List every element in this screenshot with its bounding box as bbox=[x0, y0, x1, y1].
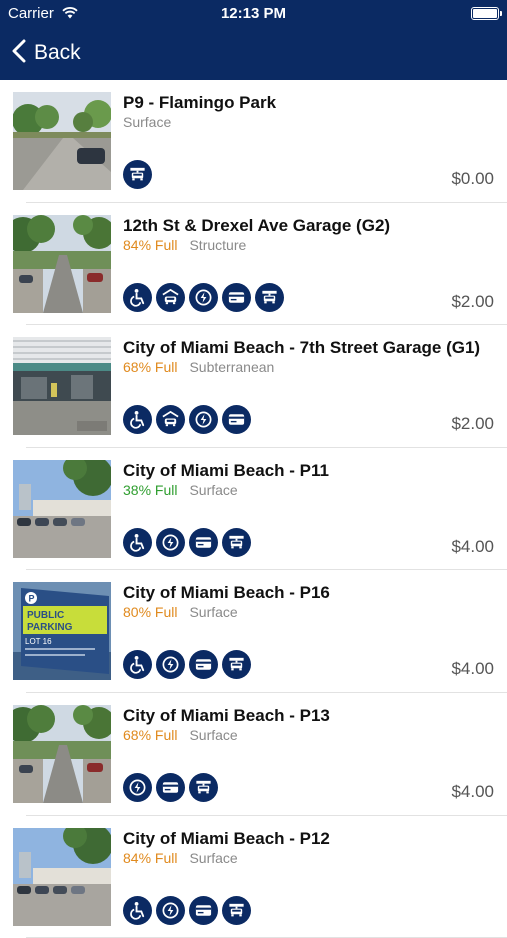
back-button[interactable]: Back bbox=[12, 38, 81, 68]
lot-subtitle: 38% Full Surface bbox=[123, 482, 238, 498]
lot-type: Surface bbox=[189, 849, 238, 866]
lot-photo bbox=[13, 92, 111, 190]
credit-card-icon bbox=[189, 527, 218, 557]
covered-parking-icon bbox=[156, 282, 185, 312]
svg-text:P: P bbox=[29, 594, 35, 604]
lot-type: Surface bbox=[189, 604, 238, 621]
parking-lot-row[interactable]: City of Miami Beach - P11 38% Full Surface… bbox=[0, 448, 507, 571]
lot-photo bbox=[13, 337, 111, 436]
lot-type: Structure bbox=[189, 236, 247, 253]
amenity-icons bbox=[123, 650, 255, 680]
svg-text:LOT 16: LOT 16 bbox=[25, 637, 52, 646]
price-label: $4.00 bbox=[451, 659, 494, 679]
amenity-icons bbox=[123, 405, 255, 435]
lot-title: City of Miami Beach - P12 bbox=[123, 828, 330, 848]
lot-subtitle: 68% Full Surface bbox=[123, 727, 238, 743]
svg-text:PARKING: PARKING bbox=[27, 622, 73, 633]
nav-header: Carrier 12:13 PM Back bbox=[0, 0, 507, 80]
ev-charging-icon bbox=[156, 650, 185, 680]
parking-lot-row[interactable]: P9 - Flamingo Park Surface $0.00 bbox=[0, 80, 507, 203]
ev-charging-icon bbox=[189, 405, 218, 435]
price-label: $2.00 bbox=[451, 291, 494, 311]
occupancy-label: 38% Full bbox=[123, 481, 178, 498]
lot-subtitle: 84% Full Surface bbox=[123, 850, 238, 866]
parking-lot-row[interactable]: P PUBLIC PARKING LOT 16 City of Miami Beach … bbox=[0, 570, 507, 693]
lot-title: City of Miami Beach - 7th Street Garage … bbox=[123, 338, 481, 358]
amenity-icons bbox=[123, 527, 255, 557]
lot-title: City of Miami Beach - P16 bbox=[123, 583, 330, 603]
price-label: $4.00 bbox=[451, 536, 494, 556]
ev-charging-icon bbox=[123, 772, 152, 802]
back-label: Back bbox=[34, 41, 81, 64]
lot-photo bbox=[13, 214, 111, 313]
lot-photo: P PUBLIC PARKING LOT 16 bbox=[13, 582, 111, 681]
parking-list: P9 - Flamingo Park Surface $0.00 12th St & … bbox=[0, 80, 507, 938]
amenity-icons bbox=[123, 160, 156, 189]
lot-title: 12th St & Drexel Ave Garage (G2) bbox=[123, 215, 391, 235]
valet-icon bbox=[222, 527, 251, 557]
valet-icon bbox=[189, 772, 218, 802]
accessible-icon bbox=[123, 282, 152, 312]
lot-type: Surface bbox=[123, 114, 172, 130]
price-label: $2.00 bbox=[451, 414, 494, 434]
lot-type: Surface bbox=[189, 481, 238, 498]
lot-subtitle: 68% Full Subterranean bbox=[123, 359, 274, 375]
amenity-icons bbox=[123, 772, 222, 802]
price-label: $4.00 bbox=[451, 781, 494, 801]
credit-card-icon bbox=[189, 650, 218, 680]
parking-lot-row[interactable]: City of Miami Beach - 7th Street Garage … bbox=[0, 325, 507, 448]
accessible-icon bbox=[123, 650, 152, 680]
lot-type: Subterranean bbox=[189, 359, 275, 376]
lot-title: City of Miami Beach - P11 bbox=[123, 460, 329, 480]
svg-text:PUBLIC: PUBLIC bbox=[27, 610, 64, 621]
chevron-left-icon bbox=[12, 39, 26, 68]
occupancy-label: 68% Full bbox=[123, 359, 178, 376]
occupancy-label: 84% Full bbox=[123, 849, 178, 866]
lot-title: City of Miami Beach - P13 bbox=[123, 705, 330, 725]
lot-subtitle: 84% Full Structure bbox=[123, 237, 246, 253]
valet-icon bbox=[222, 650, 251, 680]
lot-subtitle: Surface bbox=[123, 114, 171, 130]
lot-photo bbox=[13, 827, 111, 926]
valet-icon bbox=[123, 160, 152, 189]
parking-lot-row[interactable]: 12th St & Drexel Ave Garage (G2) 84% Full… bbox=[0, 203, 507, 326]
credit-card-icon bbox=[222, 405, 251, 435]
price-label: $0.00 bbox=[451, 169, 494, 188]
lot-title: P9 - Flamingo Park bbox=[123, 93, 277, 112]
credit-card-icon bbox=[222, 282, 251, 312]
lot-type: Surface bbox=[189, 726, 238, 743]
lot-subtitle: 80% Full Surface bbox=[123, 604, 238, 620]
parking-lot-row[interactable]: City of Miami Beach - P13 68% Full Surface… bbox=[0, 693, 507, 816]
occupancy-label: 80% Full bbox=[123, 604, 178, 621]
occupancy-label: 68% Full bbox=[123, 726, 178, 743]
parking-lot-row[interactable]: City of Miami Beach - P12 84% Full Surface bbox=[0, 816, 507, 938]
accessible-icon bbox=[123, 527, 152, 557]
occupancy-label: 84% Full bbox=[123, 236, 178, 253]
covered-parking-icon bbox=[156, 405, 185, 435]
ev-charging-icon bbox=[189, 282, 218, 312]
clock: 12:13 PM bbox=[220, 5, 287, 22]
amenity-icons bbox=[123, 282, 288, 312]
valet-icon bbox=[255, 282, 284, 312]
lot-photo bbox=[13, 459, 111, 558]
credit-card-icon bbox=[156, 772, 185, 802]
ev-charging-icon bbox=[156, 527, 185, 557]
status-bar: Carrier 12:13 PM bbox=[0, 0, 507, 28]
battery-icon bbox=[471, 7, 502, 20]
lot-photo bbox=[13, 704, 111, 803]
accessible-icon bbox=[123, 405, 152, 435]
